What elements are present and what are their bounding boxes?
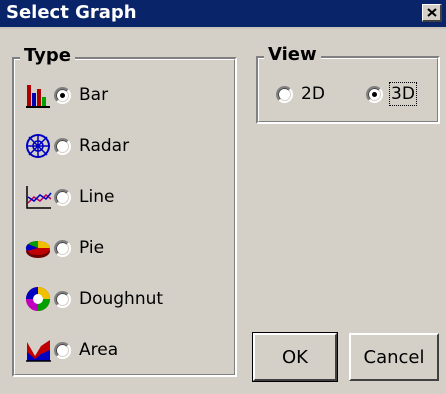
- view-group-label: View: [264, 45, 321, 65]
- cancel-button[interactable]: Cancel: [349, 333, 439, 381]
- line-chart-icon: [24, 183, 52, 211]
- view-2d-radio[interactable]: [276, 85, 293, 103]
- type-option-bar[interactable]: Bar: [24, 81, 108, 109]
- close-icon: [426, 8, 437, 17]
- type-group-label: Type: [20, 46, 75, 66]
- view-2d-label: 2D: [301, 84, 325, 104]
- type-option-radar[interactable]: Radar: [24, 132, 129, 160]
- type-bar-label: Bar: [79, 85, 109, 105]
- window-title: Select Graph: [6, 2, 137, 23]
- title-bar[interactable]: Select Graph: [0, 0, 446, 29]
- type-area-radio[interactable]: [54, 341, 71, 359]
- type-bar-radio[interactable]: [54, 86, 71, 104]
- close-button[interactable]: [422, 4, 442, 22]
- pie-chart-icon: [24, 234, 52, 262]
- bar-chart-icon: [24, 81, 52, 109]
- type-doughnut-label: Doughnut: [79, 289, 164, 309]
- type-option-pie[interactable]: Pie: [24, 234, 104, 262]
- type-radar-label: Radar: [79, 136, 130, 156]
- type-doughnut-radio[interactable]: [54, 290, 71, 308]
- type-pie-label: Pie: [79, 238, 105, 258]
- type-groupbox: Type Bar Radar Line Pie Doughnut Area: [12, 46, 237, 377]
- view-option-3d[interactable]: 3D: [366, 80, 417, 108]
- select-graph-dialog: Select Graph Type Bar Radar Line Pie Dou…: [0, 0, 446, 394]
- ok-button[interactable]: OK: [252, 332, 338, 382]
- ok-button-label: OK: [282, 346, 308, 368]
- type-line-label: Line: [79, 187, 115, 207]
- view-option-2d[interactable]: 2D: [276, 80, 325, 108]
- type-option-area[interactable]: Area: [24, 336, 118, 364]
- type-option-line[interactable]: Line: [24, 183, 114, 211]
- type-line-radio[interactable]: [54, 188, 71, 206]
- doughnut-chart-icon: [24, 285, 52, 313]
- radar-chart-icon: [24, 132, 52, 160]
- type-pie-radio[interactable]: [54, 239, 71, 257]
- view-3d-label: 3D: [389, 82, 417, 106]
- cancel-button-label: Cancel: [363, 346, 425, 368]
- view-3d-radio[interactable]: [366, 85, 383, 103]
- type-area-label: Area: [79, 340, 119, 360]
- type-radar-radio[interactable]: [54, 137, 71, 155]
- view-groupbox: View 2D 3D: [256, 45, 440, 124]
- area-chart-icon: [24, 336, 52, 364]
- type-option-doughnut[interactable]: Doughnut: [24, 285, 163, 313]
